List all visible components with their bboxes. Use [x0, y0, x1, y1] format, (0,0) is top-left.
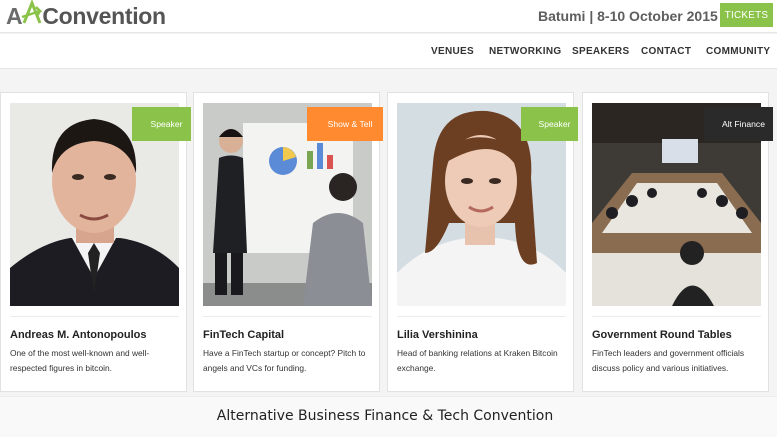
nav-item-community[interactable]: COMMUNITY [706, 46, 770, 57]
main-nav: VENUES NETWORKING SPEAKERS CONTACT COMMU… [0, 34, 777, 69]
card-description: Head of banking relations at Kraken Bitc… [397, 348, 558, 373]
logo-rest: Convention [42, 3, 166, 29]
card-description: FinTech leaders and government officials… [592, 348, 745, 373]
site-logo[interactable]: A lt Convention [6, 0, 166, 30]
nav-item-networking[interactable]: NETWORKING [489, 46, 561, 57]
logo-mid: lt [21, 0, 43, 30]
card-title[interactable]: Andreas M. Antonopoulos [10, 329, 146, 341]
event-info: Batumi | 8-10 October 2015 [538, 8, 718, 24]
alt-finance-tag: Alt Finance [704, 107, 773, 141]
card-divider [10, 316, 179, 317]
card-title[interactable]: Government Round Tables [592, 329, 732, 341]
card-fintech-capital[interactable]: Show & Tell FinTech Capital Have a FinTe… [193, 92, 383, 392]
nav-item-venues[interactable]: VENUES [431, 46, 474, 57]
card-title[interactable]: Lilia Vershinina [397, 329, 478, 341]
convention-tagline: Alternative Business Finance & Tech Conv… [216, 408, 554, 424]
card-description: One of the most well-known and well-resp… [10, 348, 150, 373]
top-bar: A lt Convention Batumi | 8-10 October 20… [0, 0, 777, 33]
card-speaker-antonopoulos[interactable]: Speaker Andreas M. Antonopoulos One of t… [0, 92, 191, 392]
card-description: Have a FinTech startup or concept? Pitch… [203, 348, 366, 373]
card-government-round-tables[interactable]: Alt Finance Government Round Tables FinT… [582, 92, 773, 392]
speaker-tag: Speaker [132, 107, 191, 141]
speaker-tag: Speaker [521, 107, 578, 141]
show-and-tell-tag: Show & Tell [307, 107, 383, 141]
card-divider [397, 316, 566, 317]
card-title[interactable]: FinTech Capital [203, 329, 284, 341]
card-speaker-vershinina[interactable]: Speaker Lilia Vershinina Head of banking… [387, 92, 578, 392]
tickets-button[interactable]: TICKETS [720, 3, 773, 27]
nav-item-speakers[interactable]: SPEAKERS [572, 46, 629, 57]
nav-item-contact[interactable]: CONTACT [641, 46, 691, 57]
card-divider [592, 316, 761, 317]
card-divider [203, 316, 372, 317]
logo-arrow-icon [21, 0, 43, 24]
